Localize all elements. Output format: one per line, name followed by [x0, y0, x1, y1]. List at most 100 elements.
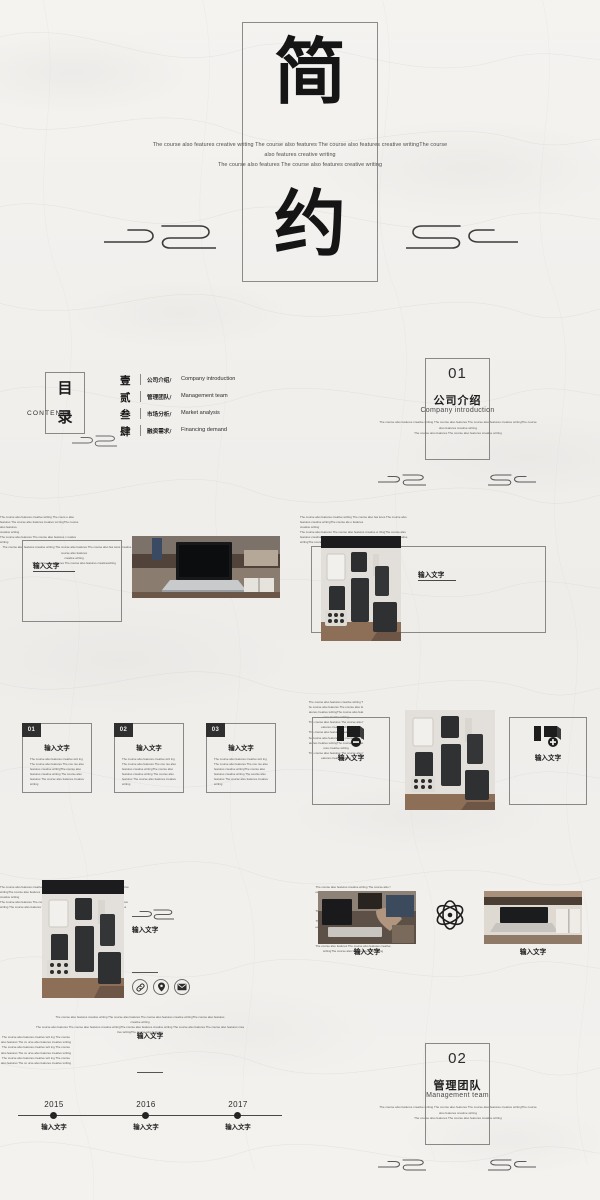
cloud-motif-right	[406, 222, 518, 252]
timeline-label-1: 输入文字	[41, 1123, 67, 1131]
atom-right-heading: 输入文字	[519, 948, 547, 956]
icon-columns-center-photo	[405, 710, 495, 810]
atom-left-heading: 输入文字	[353, 948, 381, 956]
devices-photo	[321, 536, 401, 641]
toc-item-4-zh[interactable]: 融资需求/	[147, 427, 171, 435]
toc-contents-label: CONTENTS	[27, 410, 73, 417]
section-02-cloud-left	[378, 1158, 426, 1172]
atom-photo-left	[318, 891, 416, 944]
devices-heading: 输入文字	[418, 571, 445, 579]
flag-plus-icon	[533, 724, 563, 753]
title-subtitle-line-1: The course also features creative writin…	[152, 142, 448, 148]
timeline-dot-1[interactable]	[50, 1112, 57, 1119]
card-2-body: The course also features creative writ i…	[122, 757, 176, 787]
section-01-title-en: Company introduction	[420, 407, 495, 414]
slide-devices-content[interactable]: 输入文字 The course also features creative w…	[300, 515, 600, 700]
section-02-title-zh: 管理团队	[433, 1079, 482, 1092]
location-pin-icon[interactable]	[153, 979, 169, 995]
card-3[interactable]: 03 输入文字 The course also features creativ…	[206, 723, 276, 793]
title-subtitle-line-2: also features creative writing	[264, 152, 336, 158]
section-01-title-zh: 公司介绍	[433, 394, 482, 407]
card-1-heading: 输入文字	[44, 744, 70, 752]
toc-rule-3	[140, 408, 141, 419]
toc-item-2-zh[interactable]: 管理团队/	[147, 393, 171, 401]
toc-cloud-motif	[72, 434, 117, 448]
section-02-cloud-right	[488, 1158, 536, 1172]
title-subtitle-line-3: The course also features The course also…	[217, 162, 383, 168]
slide-three-cards[interactable]: 01 输入文字 The course also features creativ…	[0, 700, 300, 885]
section-01-desc-line-3: The course also features The course also…	[414, 431, 502, 436]
timeline-label-3: 输入文字	[225, 1123, 251, 1131]
toc-rule-4	[140, 425, 141, 436]
slide-section-01[interactable]: 01 公司介绍 Company introduction The course …	[300, 330, 600, 515]
timeline-axis	[18, 1115, 282, 1116]
timeline-dot-2[interactable]	[142, 1112, 149, 1119]
toc-item-3-en[interactable]: Market analysis	[181, 410, 220, 416]
timeline-body-2: The course also features creative writ i…	[1, 1045, 71, 1055]
timeline-divider-rule	[137, 1072, 163, 1073]
toc-numeral-2: 贰	[120, 392, 131, 404]
atom-icon	[434, 899, 466, 936]
devices-heading-underline	[418, 580, 456, 581]
toc-rule-1	[140, 374, 141, 385]
link-icon[interactable]	[132, 979, 148, 995]
cloud-motif-left	[104, 222, 216, 252]
icon-column-right-heading: 输入文字	[534, 754, 562, 762]
card-3-badge: 03	[206, 723, 225, 737]
card-1[interactable]: 01 输入文字 The course also features creativ…	[22, 723, 92, 793]
laptop-heading-underline	[33, 571, 75, 572]
toc-item-2-en[interactable]: Management team	[181, 393, 228, 399]
card-2[interactable]: 02 输入文字 The course also features creativ…	[114, 723, 184, 793]
toc-item-4-en[interactable]: Financing demand	[181, 427, 227, 433]
timeline-year-1: 2015	[44, 1100, 64, 1109]
atom-photo-right	[484, 891, 582, 944]
laptop-heading: 输入文字	[33, 562, 60, 570]
card-2-badge: 02	[114, 723, 133, 737]
calligraphy-char-top: 简	[273, 29, 346, 114]
card-3-body: The course also features creative writ i…	[214, 757, 268, 787]
timeline-year-2: 2016	[136, 1100, 156, 1109]
slide-laptop-content[interactable]: 输入文字 The course also features creative w…	[0, 515, 300, 700]
section-02-number: 02	[448, 1050, 467, 1067]
slide-table-of-contents[interactable]: 目 录 CONTENTS 壹 贰 叁 肆 公司介绍/ Company intro…	[0, 330, 300, 515]
social-heading: 输入文字	[132, 926, 159, 934]
toc-item-1-en[interactable]: Company introduction	[181, 376, 235, 382]
timeline-heading: 输入文字	[136, 1032, 164, 1040]
toc-item-3-zh[interactable]: 市场分析/	[147, 410, 171, 418]
timeline-label-2: 输入文字	[133, 1123, 159, 1131]
toc-numeral-3: 叁	[120, 409, 131, 421]
calligraphy-char-bottom: 约	[273, 181, 346, 266]
devices-paragraph-1: The course also features creative writin…	[300, 515, 407, 525]
card-3-heading: 输入文字	[228, 744, 254, 752]
section-01-number: 01	[448, 365, 467, 382]
toc-rule-2	[140, 391, 141, 402]
card-1-badge: 01	[22, 723, 41, 737]
slide-section-02[interactable]: 02 管理团队 Management team The course also …	[300, 1015, 600, 1200]
timeline-year-3: 2017	[228, 1100, 248, 1109]
icon-column-left-heading: 输入文字	[337, 754, 365, 762]
toc-item-1-zh[interactable]: 公司介绍/	[147, 376, 171, 384]
section-02-title-en: Management team	[426, 1092, 489, 1099]
slide-title[interactable]: 简 约 The course also features creative wr…	[0, 0, 600, 305]
social-photo	[42, 880, 124, 998]
section-01-cloud-left	[378, 473, 426, 487]
section-01-cloud-right	[488, 473, 536, 487]
mail-icon[interactable]	[174, 979, 190, 995]
slide-icon-columns[interactable]: 输入文字 The course also features creative w…	[300, 700, 600, 885]
title-subtitle-block: The course also features creative writin…	[95, 140, 505, 170]
timeline-body-3: The course also features creative writ i…	[1, 1055, 71, 1065]
laptop-text-frame	[22, 540, 122, 622]
toc-numeral-4: 肆	[120, 426, 131, 438]
timeline-dot-3[interactable]	[234, 1112, 241, 1119]
laptop-photo	[132, 536, 280, 598]
section-01-description: The course also features creative writin…	[308, 420, 600, 437]
social-divider-rule	[132, 972, 158, 973]
toc-char-mu: 目	[57, 379, 73, 397]
section-02-description: The course also features creative writin…	[308, 1105, 600, 1122]
slide-timeline[interactable]: 输入文字 The course also features creative w…	[0, 1015, 300, 1200]
ppt-template-preview-page: 简 约 The course also features creative wr…	[0, 0, 600, 1200]
card-2-heading: 输入文字	[136, 744, 162, 752]
flag-minus-icon	[336, 724, 366, 753]
laptop-paragraph-1: The course also features creative writin…	[0, 515, 79, 530]
social-cloud-motif	[132, 908, 174, 921]
